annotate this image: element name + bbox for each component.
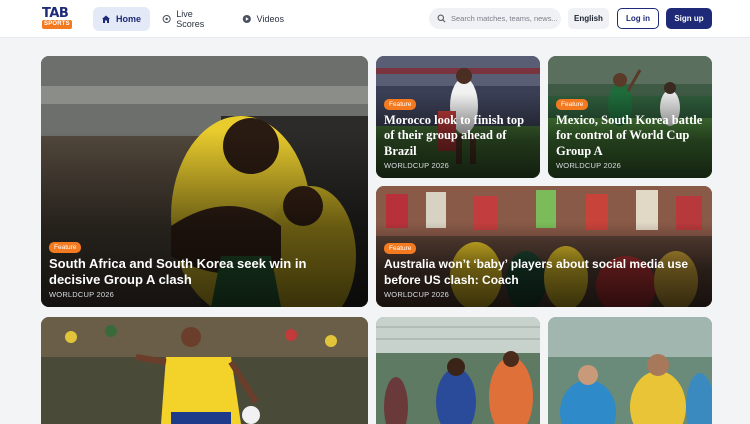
card-title[interactable]: Australia won’t ‘baby’ players about soc…	[384, 257, 704, 288]
card-category: WORLDCUP 2026	[384, 161, 449, 170]
logo-tab-text: TAB	[42, 6, 69, 21]
home-icon	[102, 15, 110, 23]
news-card[interactable]: Feature Mexico, South Korea battle for c…	[548, 56, 712, 178]
news-card[interactable]: Feature Morocco look to finish top of th…	[376, 56, 540, 178]
login-button[interactable]: Log in	[617, 8, 659, 29]
play-icon	[242, 14, 251, 24]
news-card-image	[548, 317, 712, 424]
card-title[interactable]: Morocco look to finish top of their grou…	[384, 113, 532, 160]
nav-videos[interactable]: Videos	[234, 7, 292, 31]
nav-home[interactable]: Home	[93, 7, 150, 31]
feature-badge: Feature	[49, 242, 82, 253]
feature-badge: Feature	[384, 98, 417, 110]
card-title[interactable]: Mexico, South Korea battle for control o…	[556, 113, 704, 160]
live-scores-icon	[162, 14, 171, 24]
card-category: WORLDCUP 2026	[49, 290, 114, 299]
nav-live-scores-label: Live Scores	[176, 9, 205, 29]
search-icon	[437, 14, 446, 23]
news-card[interactable]: Feature South Africa and South Korea see…	[41, 56, 368, 307]
search-input[interactable]	[451, 14, 559, 23]
tab-sports-logo[interactable]: TAB SPORTS	[42, 7, 72, 29]
news-card-image	[41, 317, 368, 424]
news-card[interactable]	[376, 317, 540, 424]
feature-badge: Feature	[384, 243, 417, 254]
feature-badge: Feature	[556, 98, 589, 110]
nav-home-label: Home	[116, 14, 142, 24]
signup-button[interactable]: Sign up	[666, 8, 712, 29]
nav-videos-label: Videos	[256, 14, 284, 24]
news-card[interactable]: Feature Australia won’t ‘baby’ players a…	[376, 186, 712, 307]
news-card-image	[376, 317, 540, 424]
nav-live-scores[interactable]: Live Scores	[154, 7, 228, 31]
top-navbar: TAB SPORTS Home Live Scores Videos Engli…	[0, 0, 750, 38]
language-selector[interactable]: English	[568, 8, 609, 29]
logo-sports-text: SPORTS	[42, 20, 72, 29]
card-category: WORLDCUP 2026	[556, 161, 621, 170]
news-card[interactable]	[548, 317, 712, 424]
search-bar[interactable]	[429, 8, 561, 29]
card-category: WORLDCUP 2026	[384, 290, 449, 299]
news-card[interactable]	[41, 317, 368, 424]
card-title[interactable]: South Africa and South Korea seek win in…	[49, 256, 360, 288]
